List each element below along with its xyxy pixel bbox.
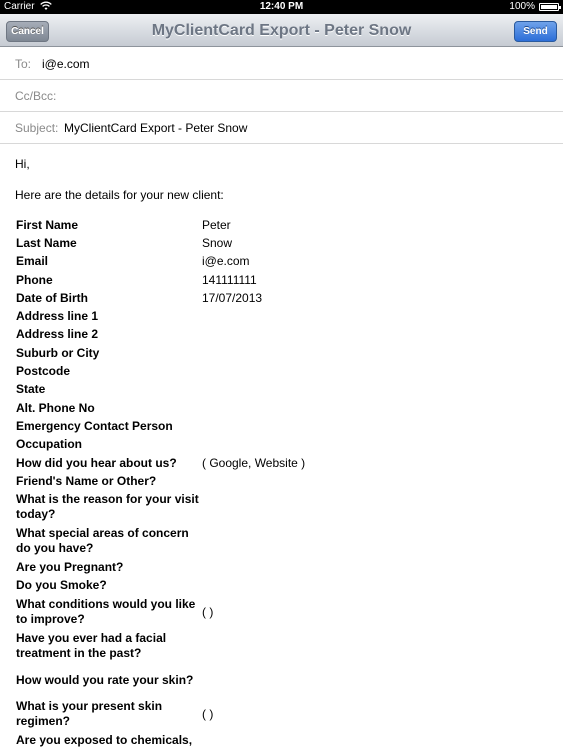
detail-value <box>202 417 402 435</box>
greeting-text: Hi, <box>15 157 30 171</box>
table-row: What special areas of concern do you hav… <box>16 524 402 558</box>
table-row: What is your present skin regimen? ( ) <box>16 697 402 731</box>
detail-key: Email <box>16 254 49 269</box>
detail-key: Address line 1 <box>16 309 99 324</box>
detail-value <box>202 629 402 663</box>
detail-key: What special areas of concern do you hav… <box>16 526 189 556</box>
status-bar: Carrier 12:40 PM 100% <box>0 0 563 14</box>
detail-key: How would you rate your skin? <box>16 672 194 687</box>
table-row: Suburb or City <box>16 344 402 362</box>
detail-value <box>202 731 402 750</box>
detail-value: ( Google, Website ) <box>202 455 306 470</box>
detail-value: Snow <box>202 235 233 250</box>
table-row: How did you hear about us? ( Google, Webs… <box>16 454 402 472</box>
client-details-table: First Name Peter Last Name Snow Email i@e.com… <box>16 216 402 750</box>
table-row: Address line 1 <box>16 307 402 325</box>
table-row: How would you rate your skin? <box>16 663 402 697</box>
detail-value: ( ) <box>202 604 214 619</box>
detail-key: Occupation <box>16 437 83 452</box>
table-row: What is the reason for your visit today? <box>16 490 402 524</box>
table-row: First Name Peter <box>16 216 402 234</box>
table-row: Are you exposed to chemicals, pollution,… <box>16 731 402 750</box>
detail-key: Address line 2 <box>16 327 99 342</box>
table-row: Phone 141111111 <box>16 271 402 289</box>
detail-key: Postcode <box>16 364 71 379</box>
detail-key: Have you ever had a facial treatment in … <box>16 631 167 661</box>
detail-value <box>202 326 402 344</box>
detail-value: 17/07/2013 <box>202 290 263 305</box>
detail-value <box>202 399 402 417</box>
table-row: State <box>16 381 402 399</box>
detail-key: First Name <box>16 217 79 232</box>
detail-value <box>202 472 402 490</box>
detail-value: Peter <box>202 217 231 232</box>
detail-key: What is the reason for your visit today? <box>16 492 199 522</box>
to-value[interactable]: i@e.com <box>42 57 90 71</box>
detail-key: Do you Smoke? <box>16 578 107 593</box>
table-row: Occupation <box>16 436 402 454</box>
detail-key: Emergency Contact Person <box>16 418 173 433</box>
subject-field[interactable]: Subject: MyClientCard Export - Peter Sno… <box>0 112 563 144</box>
detail-value <box>202 663 402 697</box>
nav-bar: MyClientCard Export - Peter Snow Cancel … <box>0 14 563 47</box>
ccbcc-label: Cc/Bcc: <box>15 89 57 103</box>
table-row: Address line 2 <box>16 326 402 344</box>
detail-key: State <box>16 382 46 397</box>
table-row: Do you Smoke? <box>16 577 402 595</box>
table-row: Last Name Snow <box>16 234 402 252</box>
detail-value: 141111111 <box>202 272 257 287</box>
detail-value <box>202 558 402 576</box>
detail-key: What conditions would you like to improv… <box>16 597 196 627</box>
detail-key: Friend's Name or Other? <box>16 473 157 488</box>
detail-key: Are you exposed to chemicals, pollution,… <box>16 733 193 750</box>
detail-value <box>202 344 402 362</box>
detail-value <box>202 381 402 399</box>
table-row: Friend's Name or Other? <box>16 472 402 490</box>
cancel-button[interactable]: Cancel <box>6 21 49 42</box>
detail-key: How did you hear about us? <box>16 455 177 470</box>
detail-value <box>202 577 402 595</box>
to-label: To: <box>15 57 32 71</box>
detail-key: Alt. Phone No <box>16 400 95 415</box>
table-row: Postcode <box>16 362 402 380</box>
battery-icon <box>539 3 561 11</box>
detail-value <box>202 524 402 558</box>
table-row: Email i@e.com <box>16 253 402 271</box>
subject-label: Subject: <box>15 121 59 135</box>
detail-key: Date of Birth <box>16 290 88 305</box>
detail-key: Last Name <box>16 235 77 250</box>
subject-value[interactable]: MyClientCard Export - Peter Snow <box>64 121 247 135</box>
to-field[interactable]: To: i@e.com <box>0 48 563 80</box>
detail-key: Are you Pregnant? <box>16 560 124 575</box>
clock: 12:40 PM <box>259 1 304 12</box>
detail-value: i@e.com <box>202 254 250 269</box>
detail-value <box>202 490 402 524</box>
table-row: Have you ever had a facial treatment in … <box>16 629 402 663</box>
nav-title: MyClientCard Export - Peter Snow <box>151 22 412 39</box>
battery-percent: 100% <box>509 1 535 12</box>
intro-text: Here are the details for your new client… <box>15 188 224 202</box>
send-button[interactable]: Send <box>514 21 557 42</box>
detail-key: What is your present skin regimen? <box>16 699 163 729</box>
detail-key: Suburb or City <box>16 345 100 360</box>
detail-value <box>202 307 402 325</box>
table-row: Date of Birth 17/07/2013 <box>16 289 402 307</box>
table-row: Emergency Contact Person <box>16 417 402 435</box>
detail-value: ( ) <box>202 706 214 721</box>
detail-value <box>202 362 402 380</box>
table-row: What conditions would you like to improv… <box>16 595 402 629</box>
ccbcc-field[interactable]: Cc/Bcc: <box>0 80 563 112</box>
detail-key: Phone <box>16 272 53 287</box>
detail-value <box>202 436 402 454</box>
table-row: Alt. Phone No <box>16 399 402 417</box>
table-row: Are you Pregnant? <box>16 558 402 576</box>
